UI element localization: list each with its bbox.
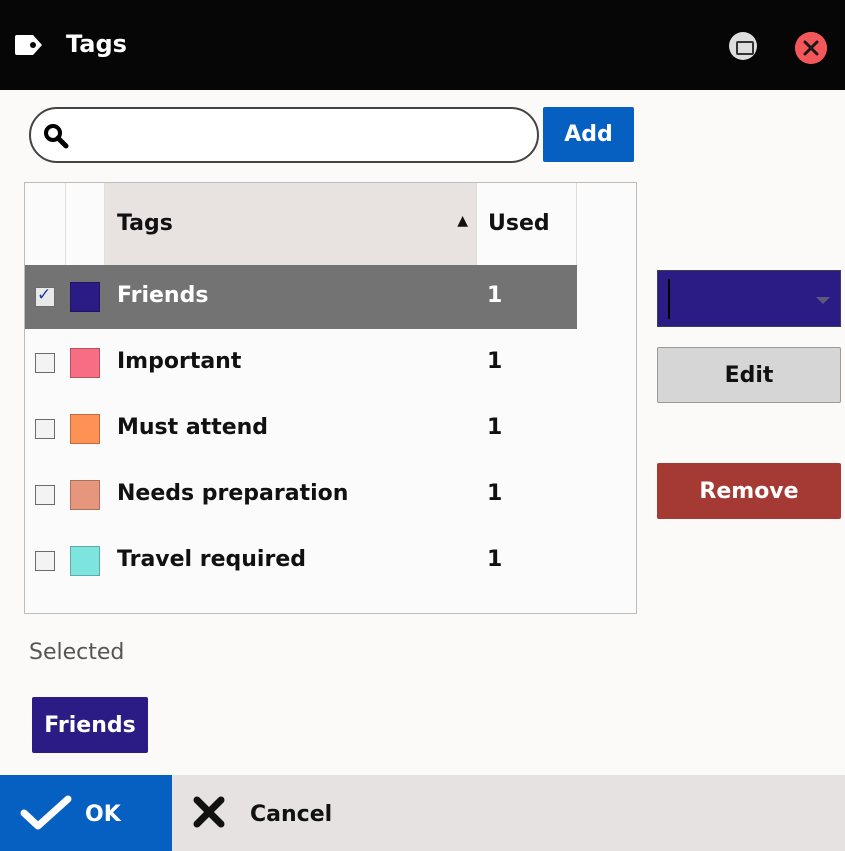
tag-used-count: 1 xyxy=(487,349,503,374)
restore-button[interactable] xyxy=(729,32,757,60)
text-caret xyxy=(668,279,670,319)
add-button[interactable]: Add xyxy=(543,107,634,162)
color-swatch xyxy=(70,414,100,444)
tag-name: Important xyxy=(117,349,242,374)
row-checkbox[interactable] xyxy=(35,485,55,505)
color-swatch xyxy=(70,480,100,510)
row-checkbox[interactable] xyxy=(35,353,55,373)
tag-used-count: 1 xyxy=(487,481,503,506)
tags-grid: Tags ▲ Used ✓ Friends 1 Important 1 Must… xyxy=(24,182,637,614)
tag-used-count: 1 xyxy=(487,415,503,440)
row-checkbox[interactable] xyxy=(35,551,55,571)
close-icon[interactable] xyxy=(795,32,827,64)
table-row[interactable]: Important 1 xyxy=(25,331,577,395)
dialog-footer: OK Cancel xyxy=(0,775,845,851)
title-bar: Tags xyxy=(0,0,845,90)
tag-used-count: 1 xyxy=(487,283,503,308)
tag-icon xyxy=(15,35,42,55)
table-row[interactable]: Needs preparation 1 xyxy=(25,463,577,527)
header-check-column xyxy=(25,183,66,265)
search-icon xyxy=(44,124,69,149)
column-header-tags-label: Tags xyxy=(117,211,173,236)
table-row[interactable]: ✓ Friends 1 xyxy=(25,265,577,329)
checkmark-icon: ✓ xyxy=(37,285,52,305)
row-checkbox[interactable]: ✓ xyxy=(35,285,55,307)
column-header-used[interactable]: Used xyxy=(476,183,577,265)
color-picker-dropdown[interactable] xyxy=(657,270,841,327)
tag-name: Must attend xyxy=(117,415,269,440)
checkmark-icon xyxy=(20,795,72,830)
edit-button[interactable]: Edit xyxy=(657,347,841,403)
color-swatch xyxy=(70,546,100,576)
color-swatch xyxy=(70,348,100,378)
sort-ascending-icon: ▲ xyxy=(457,213,468,229)
selected-label: Selected xyxy=(29,640,125,665)
row-checkbox[interactable] xyxy=(35,419,55,439)
column-header-tags[interactable]: Tags ▲ xyxy=(105,183,476,265)
color-swatch xyxy=(70,282,100,312)
table-row[interactable]: Must attend 1 xyxy=(25,397,577,461)
ok-label: OK xyxy=(85,802,121,827)
tag-name: Friends xyxy=(117,283,209,308)
chevron-down-icon[interactable] xyxy=(816,297,830,304)
table-row[interactable]: Travel required 1 xyxy=(25,529,577,593)
cancel-button[interactable]: Cancel xyxy=(172,775,392,851)
search-box[interactable] xyxy=(29,107,539,163)
tag-used-count: 1 xyxy=(487,547,503,572)
column-header-used-label: Used xyxy=(488,211,550,236)
window-title: Tags xyxy=(66,30,127,58)
remove-button[interactable]: Remove xyxy=(657,463,841,519)
ok-button[interactable]: OK xyxy=(0,775,172,851)
cancel-label: Cancel xyxy=(250,802,333,827)
selected-tag-chip[interactable]: Friends xyxy=(32,697,148,753)
header-color-column xyxy=(66,183,105,265)
tag-name: Travel required xyxy=(117,547,306,572)
search-input[interactable] xyxy=(81,117,521,153)
x-icon xyxy=(193,796,225,828)
tag-name: Needs preparation xyxy=(117,481,349,506)
